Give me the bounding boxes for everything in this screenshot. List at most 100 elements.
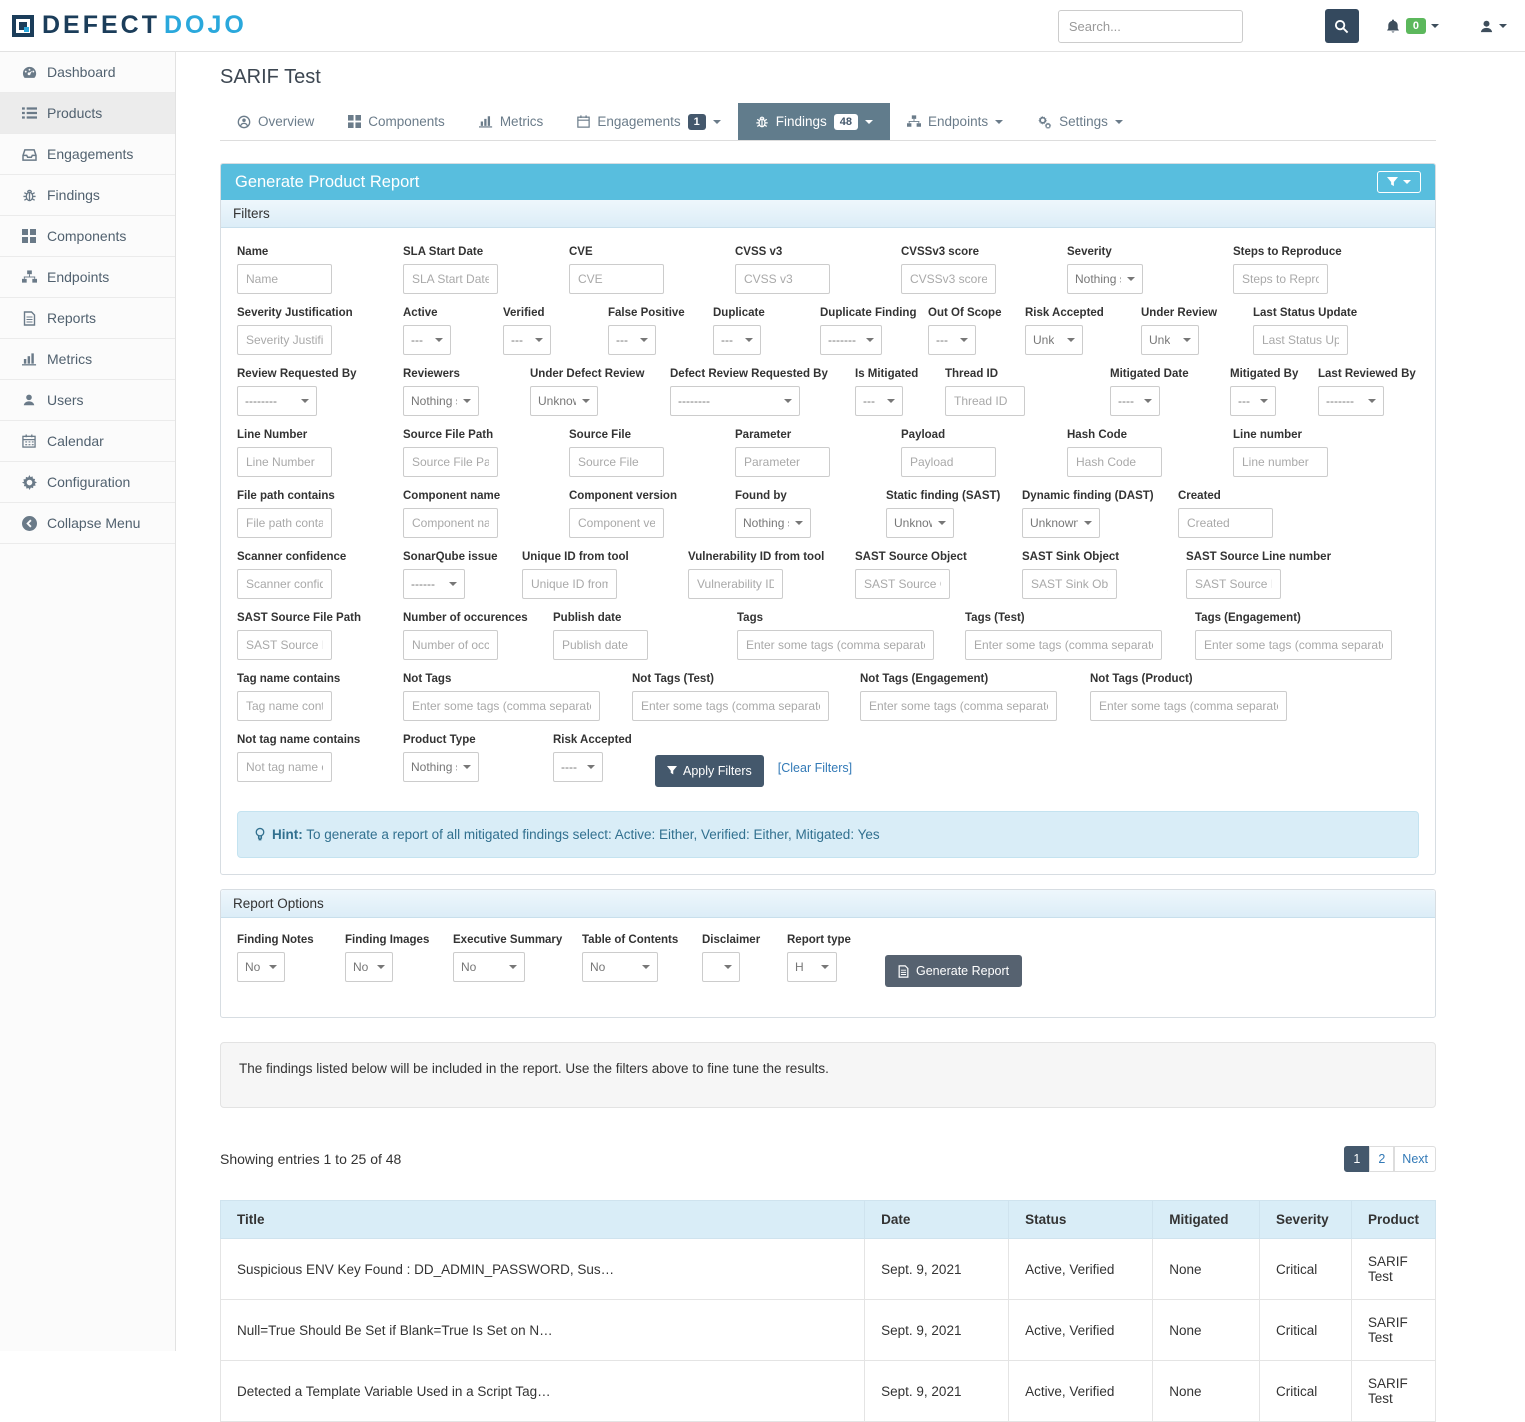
finding-title-link[interactable]: Suspicious ENV Key Found : DD_ADMIN_PASS… (221, 1239, 865, 1300)
cvssv3-score-filter-input[interactable] (901, 264, 996, 294)
line-number-filter-input[interactable] (237, 447, 332, 477)
finding-notes-select[interactable]: No (237, 952, 285, 982)
false-positive-filter-select[interactable]: --- (608, 325, 656, 355)
static-finding-sast-filter-select[interactable]: Unknow (886, 508, 954, 538)
not-tags-engagement-filter-input[interactable] (860, 691, 1057, 721)
tab-settings[interactable]: Settings (1020, 103, 1140, 140)
steps-to-reproduce-filter-input[interactable] (1233, 264, 1328, 294)
sidebar-item-collapse-menu[interactable]: Collapse Menu (0, 503, 175, 544)
cvss-v3-filter-input[interactable] (735, 264, 830, 294)
tab-components[interactable]: Components (331, 103, 462, 140)
number-of-occurences-filter-input[interactable] (403, 630, 498, 660)
under-defect-review-filter-select[interactable]: Unknow (530, 386, 598, 416)
payload-filter-input[interactable] (901, 447, 996, 477)
not-tags-test-filter-input[interactable] (632, 691, 829, 721)
tags-engagement-filter-input[interactable] (1195, 630, 1392, 660)
not-tags-filter-input[interactable] (403, 691, 600, 721)
duplicate-finding-filter-select[interactable]: ------- (820, 325, 882, 355)
finding-title-link[interactable]: Detected a Template Variable Used in a S… (221, 1361, 865, 1422)
risk-accepted-filter-select[interactable]: Unk (1025, 325, 1083, 355)
user-menu[interactable] (1479, 19, 1507, 34)
search-input[interactable] (1058, 10, 1243, 43)
not-tags-product-filter-input[interactable] (1090, 691, 1287, 721)
tab-engagements[interactable]: Engagements 1 (560, 103, 737, 140)
duplicate-filter-select[interactable]: --- (713, 325, 761, 355)
column-header-date[interactable]: Date (865, 1201, 1009, 1239)
source-file-path-filter-input[interactable] (403, 447, 498, 477)
name-filter-input[interactable] (237, 264, 332, 294)
reviewers-filter-select[interactable]: Nothing s (403, 386, 479, 416)
tag-name-contains-filter-input[interactable] (237, 691, 332, 721)
column-header-severity[interactable]: Severity (1260, 1201, 1352, 1239)
file-path-contains-filter-input[interactable] (237, 508, 332, 538)
active-filter-select[interactable]: --- (403, 325, 451, 355)
table-of-contents-select[interactable]: No (582, 952, 658, 982)
dynamic-finding-dast-filter-select[interactable]: Unknown (1022, 508, 1100, 538)
found-by-filter-select[interactable]: Nothing s (735, 508, 811, 538)
under-review-filter-select[interactable]: Unk (1141, 325, 1199, 355)
column-header-product[interactable]: Product (1351, 1201, 1435, 1239)
verified-filter-select[interactable]: --- (503, 325, 551, 355)
source-file-filter-input[interactable] (569, 447, 664, 477)
hash-code-filter-input[interactable] (1067, 447, 1162, 477)
report-type-select[interactable]: H (787, 952, 837, 982)
product-type-filter-select[interactable]: Nothing s (403, 752, 479, 782)
review-requested-by-filter-select[interactable]: -------- (237, 386, 317, 416)
sidebar-item-reports[interactable]: Reports (0, 298, 175, 339)
sidebar-item-configuration[interactable]: Configuration (0, 462, 175, 503)
tab-overview[interactable]: Overview (220, 103, 331, 140)
next-page-button[interactable]: Next (1394, 1146, 1436, 1172)
clear-filters-link[interactable]: [Clear Filters] (778, 761, 852, 787)
sidebar-item-endpoints[interactable]: Endpoints (0, 257, 175, 298)
sast-source-file-path-filter-input[interactable] (237, 630, 332, 660)
notifications-menu[interactable]: 0 (1385, 18, 1439, 35)
sla-start-date-filter-input[interactable] (403, 264, 498, 294)
search-button[interactable] (1325, 9, 1359, 43)
filter-toggle-button[interactable] (1377, 171, 1421, 193)
tags-filter-input[interactable] (737, 630, 934, 660)
sast-source-object-filter-input[interactable] (855, 569, 950, 599)
scanner-confidence-filter-input[interactable] (237, 569, 332, 599)
sidebar-item-dashboard[interactable]: Dashboard (0, 52, 175, 93)
executive-summary-select[interactable]: No (453, 952, 525, 982)
finding-images-select[interactable]: No (345, 952, 393, 982)
line-number-2-filter-input[interactable] (1233, 447, 1328, 477)
component-version-filter-input[interactable] (569, 508, 664, 538)
disclaimer-select[interactable] (702, 952, 740, 982)
sast-source-line-number-filter-input[interactable] (1186, 569, 1281, 599)
column-header-title[interactable]: Title (221, 1201, 865, 1239)
is-mitigated-filter-select[interactable]: --- (855, 386, 903, 416)
sast-sink-object-filter-input[interactable] (1022, 569, 1117, 599)
tab-findings[interactable]: Findings 48 (738, 103, 890, 140)
sidebar-item-products[interactable]: Products (0, 93, 175, 134)
sidebar-item-metrics[interactable]: Metrics (0, 339, 175, 380)
out-of-scope-filter-select[interactable]: --- (928, 325, 976, 355)
page-2-button[interactable]: 2 (1369, 1146, 1394, 1172)
thread-id-filter-input[interactable] (945, 386, 1025, 416)
column-header-status[interactable]: Status (1009, 1201, 1153, 1239)
mitigated-date-filter-select[interactable]: ---- (1110, 386, 1160, 416)
defectdojo-logo[interactable]: DEFECTDOJO (0, 11, 247, 40)
sidebar-item-engagements[interactable]: Engagements (0, 134, 175, 175)
generate-report-button[interactable]: Generate Report (885, 955, 1022, 987)
cve-filter-input[interactable] (569, 264, 664, 294)
tab-endpoints[interactable]: Endpoints (890, 103, 1020, 140)
last-status-update-filter-input[interactable] (1253, 325, 1348, 355)
sidebar-item-calendar[interactable]: Calendar (0, 421, 175, 462)
parameter-filter-input[interactable] (735, 447, 830, 477)
risk-accepted-filter-select-2[interactable]: ---- (553, 752, 603, 782)
created-filter-input[interactable] (1178, 508, 1273, 538)
sidebar-item-findings[interactable]: Findings (0, 175, 175, 216)
defect-review-requested-by-filter-select[interactable]: -------- (670, 386, 800, 416)
severity-justification-filter-input[interactable] (237, 325, 332, 355)
apply-filters-button[interactable]: Apply Filters (655, 755, 764, 787)
severity-filter-select[interactable]: Nothing s (1067, 264, 1143, 294)
component-name-filter-input[interactable] (403, 508, 498, 538)
finding-title-link[interactable]: Null=True Should Be Set if Blank=True Is… (221, 1300, 865, 1361)
tags-test-filter-input[interactable] (965, 630, 1162, 660)
tab-metrics[interactable]: Metrics (462, 103, 561, 140)
publish-date-filter-input[interactable] (553, 630, 648, 660)
vulnerability-id-from-tool-filter-input[interactable] (688, 569, 783, 599)
not-tag-name-contains-filter-input[interactable] (237, 752, 332, 782)
sonarqube-issue-filter-select[interactable]: ------ (403, 569, 465, 599)
